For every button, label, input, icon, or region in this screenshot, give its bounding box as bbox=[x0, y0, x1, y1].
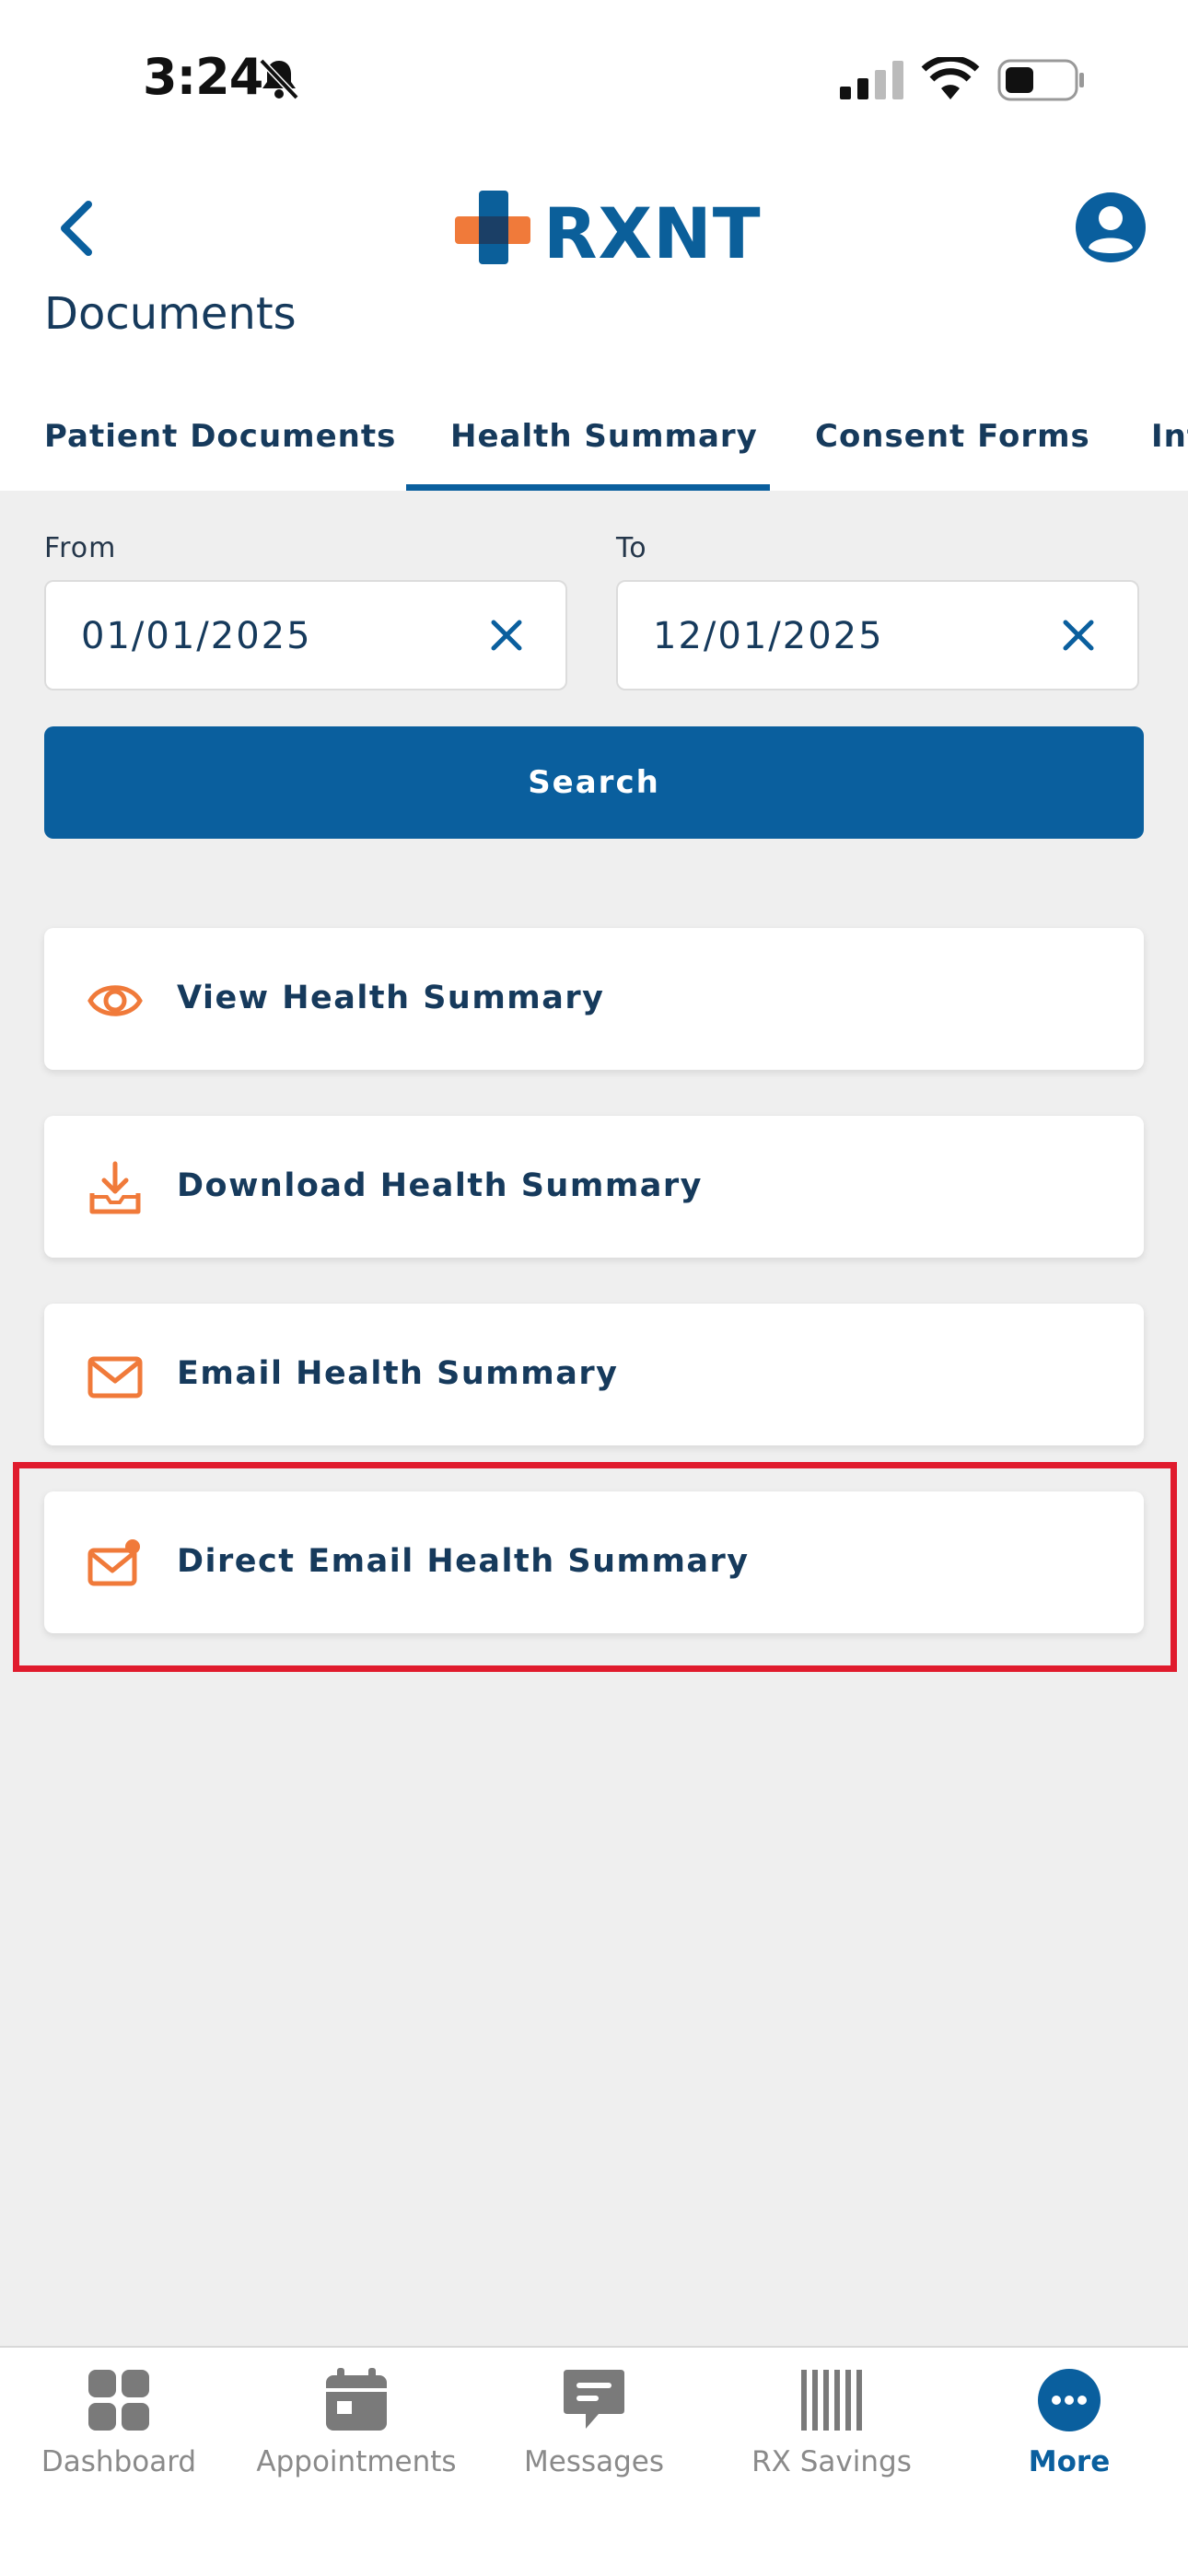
tab-patient-documents[interactable]: Patient Documents bbox=[44, 418, 396, 455]
email-health-summary-card[interactable]: Email Health Summary bbox=[44, 1304, 1144, 1445]
card-label: View Health Summary bbox=[177, 980, 605, 1016]
nav-label: Messages bbox=[523, 2445, 665, 2478]
to-date-value: 12/01/2025 bbox=[653, 615, 884, 657]
wifi-icon bbox=[921, 57, 980, 99]
nav-label: Dashboard bbox=[41, 2445, 197, 2478]
calendar-icon bbox=[326, 2368, 387, 2431]
tab-consent-forms[interactable]: Consent Forms bbox=[815, 418, 1090, 455]
battery-icon bbox=[997, 59, 1084, 101]
bottom-nav: Dashboard Appointments Messages RX Savin… bbox=[0, 2346, 1188, 2576]
tab-int-partial[interactable]: Int bbox=[1151, 418, 1188, 455]
nav-label: Appointments bbox=[256, 2445, 457, 2478]
download-health-summary-card[interactable]: Download Health Summary bbox=[44, 1116, 1144, 1258]
from-date-field[interactable]: 01/01/2025 bbox=[44, 580, 567, 690]
eye-icon bbox=[87, 985, 143, 1016]
active-tab-indicator bbox=[406, 484, 770, 491]
nav-more[interactable]: More bbox=[950, 2348, 1188, 2576]
page-title: Documents bbox=[44, 288, 297, 340]
dashboard-icon bbox=[88, 2370, 149, 2431]
nav-label: RX Savings bbox=[751, 2445, 912, 2478]
silent-bell-icon bbox=[259, 58, 299, 100]
to-date-field[interactable]: 12/01/2025 bbox=[616, 580, 1139, 690]
card-label: Download Health Summary bbox=[177, 1167, 703, 1204]
from-date-value: 01/01/2025 bbox=[81, 615, 312, 657]
nav-label: More bbox=[1028, 2445, 1111, 2478]
mail-icon bbox=[87, 1356, 143, 1398]
from-label: From bbox=[44, 532, 117, 564]
clear-from-icon[interactable] bbox=[486, 615, 527, 656]
to-label: To bbox=[616, 532, 647, 564]
more-icon bbox=[1038, 2369, 1101, 2431]
barcode-icon bbox=[801, 2370, 862, 2431]
status-time: 3:24 bbox=[143, 48, 263, 106]
clear-to-icon[interactable] bbox=[1058, 615, 1099, 656]
nav-messages[interactable]: Messages bbox=[475, 2348, 713, 2576]
message-icon bbox=[564, 2370, 624, 2429]
view-health-summary-card[interactable]: View Health Summary bbox=[44, 928, 1144, 1070]
card-label: Email Health Summary bbox=[177, 1355, 619, 1392]
nav-dashboard[interactable]: Dashboard bbox=[0, 2348, 238, 2576]
tab-health-summary[interactable]: Health Summary bbox=[450, 418, 758, 455]
top-area: 3:24 RXNT Documents Patient Documents He… bbox=[0, 0, 1188, 491]
profile-icon[interactable] bbox=[1074, 191, 1147, 264]
document-tabs: Patient Documents Health Summary Consent… bbox=[0, 403, 1188, 491]
nav-appointments[interactable]: Appointments bbox=[238, 2348, 475, 2576]
download-icon bbox=[89, 1161, 141, 1214]
search-button[interactable]: Search bbox=[44, 726, 1144, 839]
logo-text: RXNT bbox=[543, 192, 762, 274]
signal-icon bbox=[840, 61, 903, 99]
highlight-box bbox=[13, 1462, 1177, 1672]
nav-rx-savings[interactable]: RX Savings bbox=[713, 2348, 950, 2576]
back-chevron-icon[interactable] bbox=[52, 195, 103, 261]
